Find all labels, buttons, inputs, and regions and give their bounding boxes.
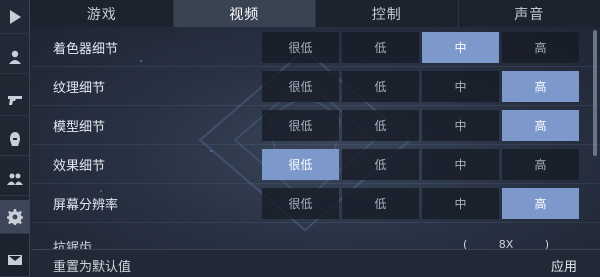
setting-label-anti-aliasing: 抗锯齿 (53, 241, 93, 249)
settings-tabs: 游戏 视频 控制 声音 (31, 0, 600, 27)
option-very-low[interactable]: 很低 (262, 188, 339, 219)
option-low[interactable]: 低 (342, 149, 419, 180)
play-button[interactable] (0, 0, 30, 34)
setting-label: 着色器细节 (53, 42, 119, 57)
option-high[interactable]: 高 (502, 149, 579, 180)
player-button[interactable] (0, 40, 30, 74)
gear-icon (7, 208, 23, 225)
setting-label: 效果细节 (53, 159, 106, 174)
class-button[interactable] (0, 122, 30, 156)
option-high[interactable]: 高 (502, 32, 579, 63)
scrollbar[interactable] (593, 30, 597, 156)
tab-game[interactable]: 游戏 (31, 0, 174, 27)
option-medium[interactable]: 中 (422, 110, 499, 141)
option-very-low[interactable]: 很低 (262, 32, 339, 63)
option-medium[interactable]: 中 (422, 32, 499, 63)
option-medium[interactable]: 中 (422, 188, 499, 219)
setting-row-effects-detail: 效果细节 很低 低 中 高 (31, 145, 600, 184)
knight-helmet-icon (10, 131, 20, 146)
option-very-low[interactable]: 很低 (262, 71, 339, 102)
setting-label: 纹理细节 (53, 81, 106, 96)
apply-button[interactable]: 应用 (551, 256, 577, 275)
option-medium[interactable]: 中 (422, 149, 499, 180)
option-group: 很低 低 中 高 (262, 110, 579, 141)
option-low[interactable]: 低 (342, 32, 419, 63)
option-high[interactable]: 高 (502, 188, 579, 219)
weapon-button[interactable] (0, 82, 30, 116)
option-group: 很低 低 中 高 (262, 149, 579, 180)
setting-label: 模型细节 (53, 120, 106, 135)
video-settings-list: 着色器细节 很低 低 中 高 纹理细节 很低 低 中 高 模型细节 很低 低 中… (31, 28, 600, 249)
setting-row-shader-detail: 着色器细节 很低 低 中 高 (31, 28, 600, 67)
option-very-low[interactable]: 很低 (262, 110, 339, 141)
team-button[interactable] (0, 162, 30, 196)
option-group: 很低 低 中 高 (262, 71, 579, 102)
option-high[interactable]: 高 (502, 110, 579, 141)
option-low[interactable]: 低 (342, 188, 419, 219)
tab-video[interactable]: 视频 (173, 0, 316, 27)
play-icon (10, 9, 21, 24)
option-very-low[interactable]: 很低 (262, 149, 339, 180)
setting-row-texture-detail: 纹理细节 很低 低 中 高 (31, 67, 600, 106)
setting-row-model-detail: 模型细节 很低 低 中 高 (31, 106, 600, 145)
option-low[interactable]: 低 (342, 71, 419, 102)
team-icon (7, 173, 23, 185)
row-divider (31, 222, 600, 223)
settings-button[interactable] (0, 200, 30, 234)
option-group: 很低 低 中 高 (262, 188, 579, 219)
anti-aliasing-selector[interactable]: ( 8X ) (463, 238, 549, 249)
bottom-action-bar: 重置为默认值 应用 (31, 249, 600, 277)
setting-label: 屏幕分辨率 (53, 198, 119, 213)
option-low[interactable]: 低 (342, 110, 419, 141)
reset-defaults-button[interactable]: 重置为默认值 (53, 256, 131, 275)
option-group: 很低 低 中 高 (262, 32, 579, 63)
tab-controls[interactable]: 控制 (316, 0, 459, 27)
mail-button[interactable] (0, 243, 30, 277)
weapon-icon (8, 95, 22, 105)
tab-sound[interactable]: 声音 (459, 0, 600, 27)
option-high[interactable]: 高 (502, 71, 579, 102)
mail-icon (8, 254, 22, 265)
player-icon (9, 50, 21, 64)
option-medium[interactable]: 中 (422, 71, 499, 102)
setting-row-screen-resolution: 屏幕分辨率 很低 低 中 高 (31, 184, 600, 223)
side-icon-rail (0, 0, 30, 277)
